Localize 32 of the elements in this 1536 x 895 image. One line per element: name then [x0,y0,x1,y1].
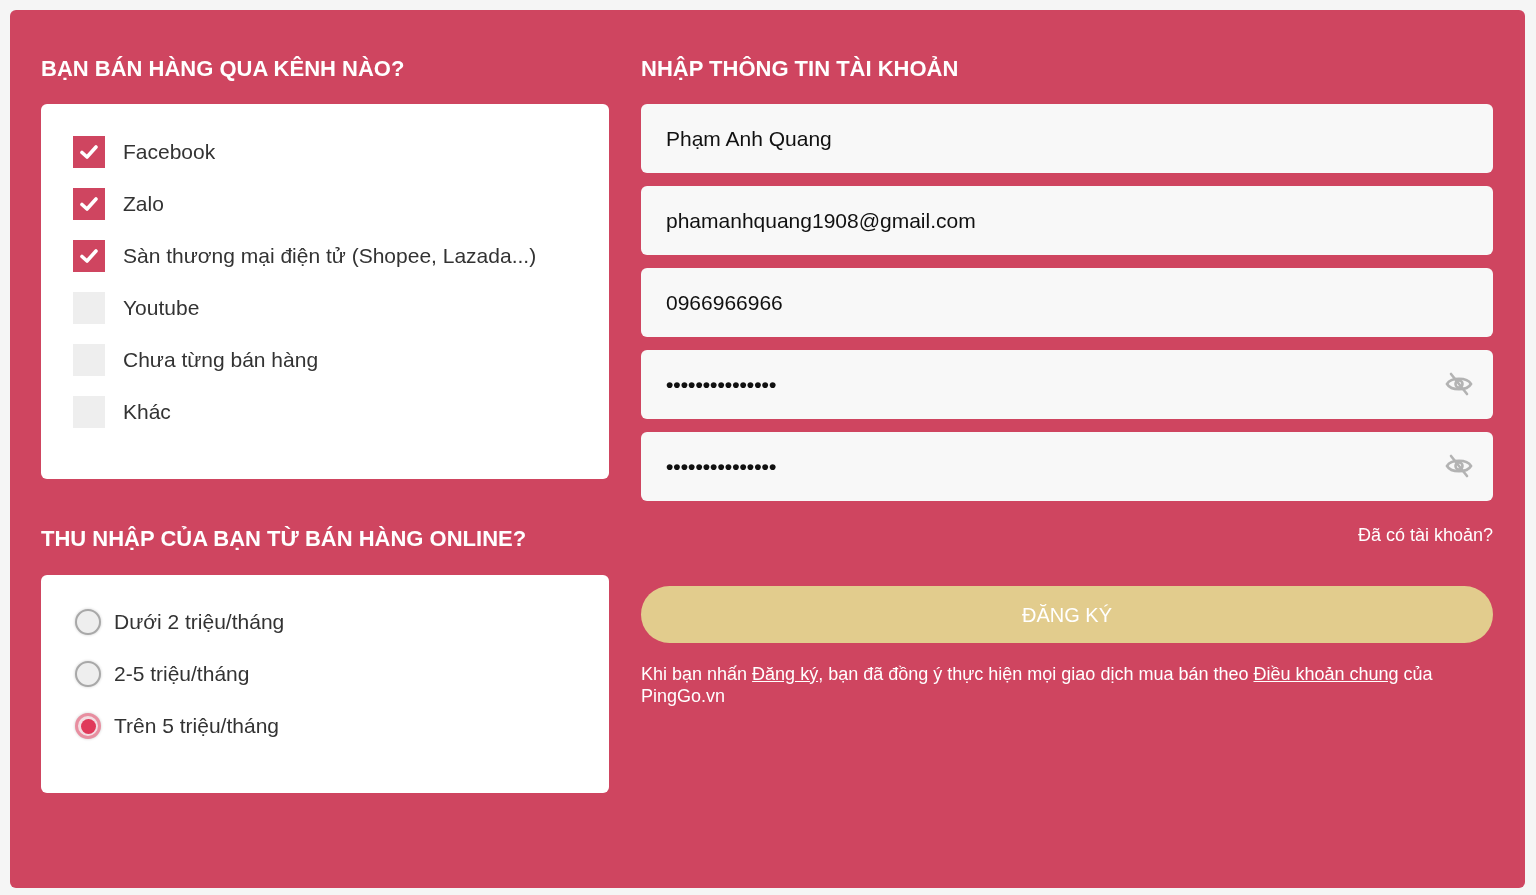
radio-button[interactable] [75,609,101,635]
login-link[interactable]: Đã có tài khoản? [1357,524,1493,546]
terms-link[interactable]: Điều khoản chung [1253,664,1399,684]
radio-label: Trên 5 triệu/tháng [114,713,279,739]
checkbox[interactable] [73,240,105,272]
checkbox-label: Facebook [123,139,216,165]
radio-button[interactable] [75,661,101,687]
checkbox[interactable] [73,188,105,220]
input-field[interactable]: phamanhquang1908@gmail.com [641,186,1493,255]
input-field[interactable]: 0966966966 [641,268,1493,337]
radio-label: 2-5 triệu/tháng [114,661,250,687]
checkbox-label: Zalo [123,191,164,217]
password-field[interactable]: ••••••••••••••• [641,432,1493,501]
terms-text: Khi bạn nhấn Đăng ký, bạn đã đồng ý thực hiện mọi giao dịch mua bán theo Điều khoản chung của PingGo.vn [641,663,1434,707]
password-field[interactable]: ••••••••••••••• [641,350,1493,419]
checkmark-icon [80,249,98,263]
section-heading: NHẬP THÔNG TIN TÀI KHOẢN [641,55,960,83]
checkbox-label: Youtube [123,295,200,321]
radio-label: Dưới 2 triệu/tháng [114,609,285,635]
checkmark-icon [80,197,98,211]
input-field[interactable]: Phạm Anh Quang [641,104,1493,173]
terms-link[interactable]: Đăng ký [752,664,819,684]
checkbox-label: Chưa từng bán hàng [123,347,319,373]
section-heading: THU NHẬP CỦA BẠN TỪ BÁN HÀNG ONLINE? [41,525,528,553]
eye-slash-icon[interactable] [1445,454,1473,478]
checkbox-label: Khác [123,399,171,425]
checkbox[interactable] [73,136,105,168]
checkbox-label: Sàn thương mại điện tử (Shopee, Lazada...) [123,243,537,269]
radio-button[interactable] [75,713,101,739]
checkmark-icon [80,145,98,159]
section-heading: BẠN BÁN HÀNG QUA KÊNH NÀO? [41,55,406,83]
eye-slash-icon[interactable] [1445,372,1473,396]
